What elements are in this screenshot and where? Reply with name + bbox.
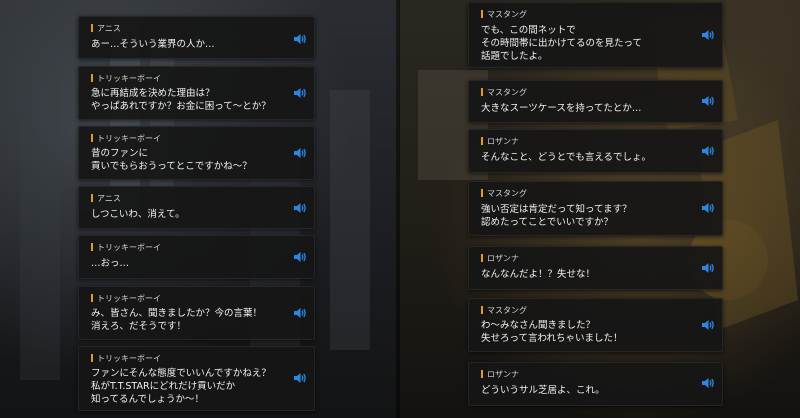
speaker-name: マスタング xyxy=(481,189,527,199)
dialogue-line: でも、この間ネットで xyxy=(481,25,576,36)
dialogue-line: そんなこと、どうとでも言えるでしょ。 xyxy=(481,152,652,163)
dialogue-bubble: マスタング 強い否定は肯定だって知ってます？ 認めたってことでいいですか？ xyxy=(468,181,723,236)
dialogue-bubble: トリッキーボーイ 急に再結成を決めた理由は？ やっぱあれですか？お金に困って～と… xyxy=(78,66,315,120)
voice-playback-icon[interactable] xyxy=(701,261,715,275)
dialogue-line: 貢いでもらおうってとこですかね～？ xyxy=(91,161,252,172)
speaker-name: トリッキーボーイ xyxy=(91,134,161,144)
dialogue-line: 私がT.T.STARにどれだけ貢いだか xyxy=(91,381,236,392)
voice-playback-icon[interactable] xyxy=(293,250,307,264)
voice-playback-icon[interactable] xyxy=(701,28,715,42)
speaker-name: トリッキーボーイ xyxy=(91,354,161,364)
speaker-name: ロザンナ xyxy=(481,137,519,147)
dialogue-line: 失せろって言われちゃいました！ xyxy=(481,333,623,344)
speaker-name: トリッキーボーイ xyxy=(91,294,161,304)
voice-playback-icon[interactable] xyxy=(293,86,307,100)
dialogue-bubble: マスタング でも、この間ネットで その時間帯に出かけてるのを見たって 話題でした… xyxy=(468,2,723,68)
dialogue-line: 大きなスーツケースを持ってたとか… xyxy=(481,103,642,114)
dialogue-line: どういうサル芝居よ、これ。 xyxy=(481,385,605,396)
dialogue-line: 急に再結成を決めた理由は？ xyxy=(91,88,215,99)
voice-playback-icon[interactable] xyxy=(293,306,307,320)
dialogue-line: やっぱあれですか？お金に困って～とか？ xyxy=(91,101,271,112)
voice-playback-icon[interactable] xyxy=(701,144,715,158)
speaker-name: トリッキーボーイ xyxy=(91,243,161,253)
dialogue-line: しつこいわ、消えて。 xyxy=(91,209,185,220)
voice-playback-icon[interactable] xyxy=(701,318,715,332)
dialogue-line: 強い否定は肯定だって知ってます？ xyxy=(481,204,632,215)
dialogue-bubble: トリッキーボーイ …おっ… xyxy=(78,235,315,279)
dialogue-line: 認めたってことでいいですか？ xyxy=(481,217,613,228)
speaker-name: トリッキーボーイ xyxy=(91,74,161,84)
dialogue-bubble: トリッキーボーイ み、皆さん、聞きましたか？今の言葉！ 消えろ、だそうです！ xyxy=(78,286,315,340)
dialogue-line: ファンにそんな態度でいいんですかねえ？ xyxy=(91,368,271,379)
speaker-name: マスタング xyxy=(481,306,527,316)
speaker-name: アニス xyxy=(91,194,121,204)
dialogue-bubble: トリッキーボーイ ファンにそんな態度でいいんですかねえ？ 私がT.T.STARに… xyxy=(78,346,315,411)
voice-playback-icon[interactable] xyxy=(701,201,715,215)
dialogue-bubble: アニス しつこいわ、消えて。 xyxy=(78,186,315,229)
dialogue-line: み、皆さん、聞きましたか？今の言葉！ xyxy=(91,308,263,319)
dialogue-line: その時間帯に出かけてるのを見たって xyxy=(481,38,643,49)
dialogue-line: なんなんだよ！？失せな！ xyxy=(481,269,596,280)
dialogue-bubble: マスタング 大きなスーツケースを持ってたとか… xyxy=(468,80,723,123)
dialogue-line: 昔のファンに xyxy=(91,148,149,159)
page-divider xyxy=(396,0,400,418)
voice-playback-icon[interactable] xyxy=(293,201,307,215)
voice-playback-icon[interactable] xyxy=(293,146,307,160)
dialogue-line: 消えろ、だそうです！ xyxy=(91,321,187,332)
voice-playback-icon[interactable] xyxy=(701,94,715,108)
dialogue-bubble: マスタング わ～みなさん聞きました？ 失せろって言われちゃいました！ xyxy=(468,298,723,352)
dialogue-bubble: トリッキーボーイ 昔のファンに 貢いでもらおうってとこですかね～？ xyxy=(78,126,315,180)
dialogue-bubble: ロザンナ そんなこと、どうとでも言えるでしょ。 xyxy=(468,129,723,173)
speaker-name: アニス xyxy=(91,24,121,34)
dialogue-line: 話題でしたよ。 xyxy=(481,51,548,62)
dialogue-bubble: ロザンナ なんなんだよ！？失せな！ xyxy=(468,246,723,290)
voice-playback-icon[interactable] xyxy=(293,32,307,46)
speaker-name: マスタング xyxy=(481,10,527,20)
dialogue-line: わ～みなさん聞きました？ xyxy=(481,320,596,331)
voice-playback-icon[interactable] xyxy=(293,371,307,385)
dialogue-line: 知ってるんでしょうか～！ xyxy=(91,394,205,405)
dialogue-line: …おっ… xyxy=(91,258,130,269)
dialogue-bubble: アニス あー…そういう業界の人か… xyxy=(78,16,315,59)
dialogue-line: あー…そういう業界の人か… xyxy=(91,39,215,50)
speaker-name: マスタング xyxy=(481,88,527,98)
dialogue-bubble: ロザンナ どういうサル芝居よ、これ。 xyxy=(468,362,723,406)
speaker-name: ロザンナ xyxy=(481,370,519,380)
voice-playback-icon[interactable] xyxy=(701,376,715,390)
speaker-name: ロザンナ xyxy=(481,254,519,264)
